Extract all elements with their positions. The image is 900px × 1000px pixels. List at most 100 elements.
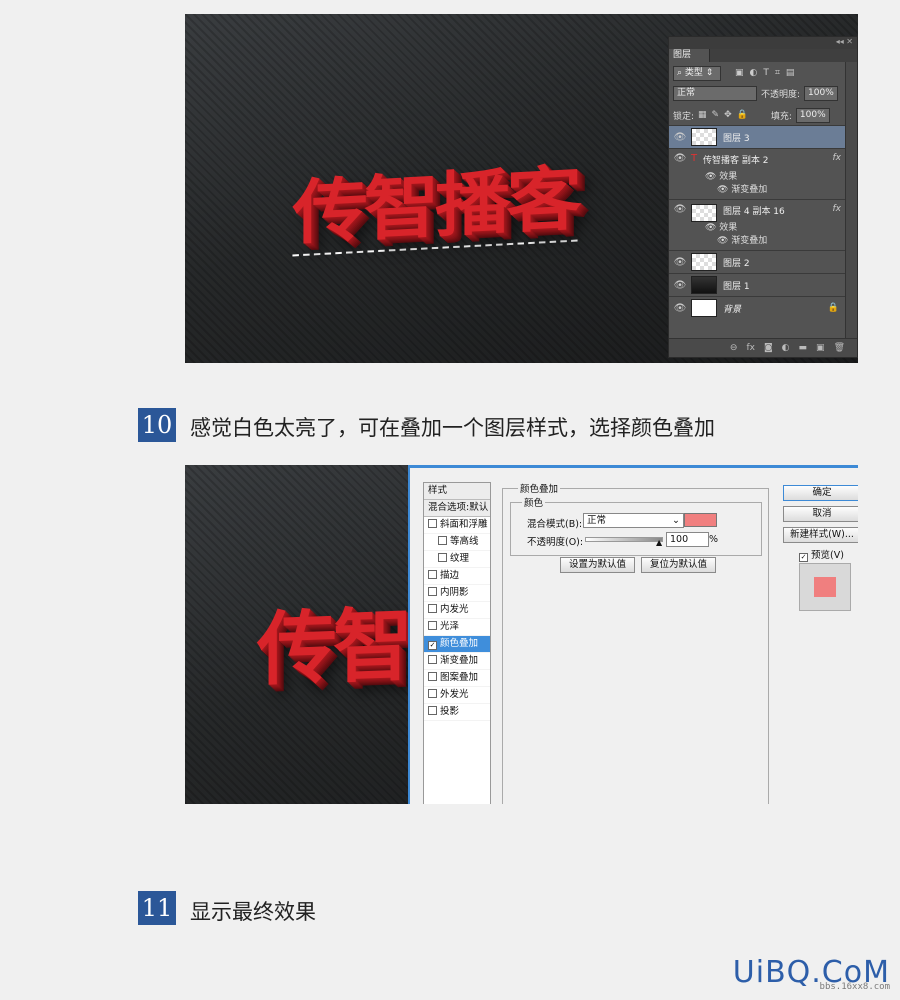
group-icon[interactable]: ▬ [799,343,808,353]
filter-row: ⌕ 类型 ⇕ ▣◐T⌗▤ [673,65,845,81]
checkbox-icon[interactable] [428,604,437,613]
eye-icon[interactable]: 👁 [669,132,691,143]
style-item-label: 内阴影 [440,587,469,598]
tab-layers[interactable]: 图层 [669,49,710,62]
checkbox-icon[interactable] [428,689,437,698]
preview-color [814,577,836,597]
effect-item[interactable]: 👁 渐变叠加 [717,182,767,195]
cancel-button[interactable]: 取消 [783,506,858,522]
checkbox-checked-icon[interactable]: ✓ [428,641,437,650]
style-item[interactable]: 图案叠加 [424,670,490,687]
style-item-label: 图案叠加 [440,672,479,683]
style-item[interactable]: 纹理 [424,551,490,568]
checkbox-icon[interactable] [428,672,437,681]
blend-row: 正常 不透明度: 100% [673,85,845,101]
chevron-down-icon: ⌄ [672,515,680,526]
eye-icon[interactable]: 👁 [669,153,691,164]
style-item[interactable]: 斜面和浮雕 [424,517,490,534]
layer-name: 背景 [723,304,742,315]
style-items: 斜面和浮雕 等高线 纹理 描边 内阴影 内发光 光泽 ✓ 颜色叠加 渐变叠加 图案叠加 外发光 投影 [424,517,490,721]
style-item-label: 纹理 [450,553,470,564]
blend-options-item[interactable]: 混合选项:默认 [424,500,490,517]
link-icon[interactable]: ⊖ [730,343,738,353]
checkbox-icon[interactable] [428,655,437,664]
layer-row[interactable]: 👁 背景 🔒 [669,296,845,319]
scrollbar[interactable] [845,62,857,339]
lock-label: 锁定: [673,111,695,122]
style-item-label: 斜面和浮雕 [440,519,488,530]
opacity-slider[interactable] [585,537,663,542]
mask-icon[interactable]: ◙ [764,343,773,353]
layer-name: 图层 1 [723,281,750,292]
set-default-button[interactable]: 设置为默认值 [560,557,635,573]
trash-icon[interactable]: 🗑 [834,343,845,353]
screenshot-layer-style-dialog: 传智 样式 混合选项:默认 斜面和浮雕 等高线 纹理 描边 内阴影 内发光 光泽 ✓ 颜色叠加渐… [185,465,858,804]
style-item-label: 光泽 [440,621,460,632]
lock-icons[interactable]: ▦✎✥🔒 [698,110,753,120]
eye-icon[interactable]: 👁 [669,204,691,215]
style-item[interactable]: 外发光 [424,687,490,704]
step-text: 感觉白色太亮了，可在叠加一个图层样式，选择颜色叠加 [190,416,715,440]
ok-button[interactable]: 确定 [783,485,858,501]
checkbox-icon[interactable] [428,570,437,579]
style-item[interactable]: 描边 [424,568,490,585]
layer-row[interactable]: 👁 T 传智播客 副本 2 fx 👁 效果 👁 渐变叠加 [669,148,845,198]
layer-row[interactable]: 👁 图层 2 [669,250,845,273]
filter-icons[interactable]: ▣◐T⌗▤ [735,68,800,78]
style-item[interactable]: 渐变叠加 [424,653,490,670]
style-item[interactable]: 内发光 [424,602,490,619]
style-item[interactable]: 光泽 [424,619,490,636]
style-item-label: 等高线 [450,536,479,547]
styles-header[interactable]: 样式 [424,483,490,500]
preview-checkbox[interactable]: ✓ 预览(V) [799,547,844,562]
collapse-icon[interactable]: ◂◂ ✕ [836,37,853,46]
opacity-input[interactable]: 100% [804,85,838,101]
layer-thumbnail [691,299,717,317]
effect-item[interactable]: 👁 渐变叠加 [717,233,767,246]
checkbox-icon[interactable] [438,553,447,562]
adjustment-icon[interactable]: ◐ [782,343,790,353]
layer-row[interactable]: 👁 图层 4 副本 16 fx 👁 效果 👁 渐变叠加 [669,199,845,249]
screenshot-layers-panel: 传智播客 ◂◂ ✕ 图层 ⌕ 类型 ⇕ ▣◐T⌗▤ 正常 不透明度: 100% … [185,14,858,363]
checkbox-icon[interactable] [428,706,437,715]
style-item-label: 内发光 [440,604,469,615]
layer-row[interactable]: 👁 图层 3 [669,125,845,148]
style-item-label: 外发光 [440,689,469,700]
new-style-button[interactable]: 新建样式(W)... [783,527,858,543]
checkbox-icon[interactable] [428,587,437,596]
step-number: 10 [138,408,176,442]
section-title: 颜色叠加 [518,481,561,495]
opacity-input[interactable]: 100 [666,532,709,547]
layer-name: 传智播客 副本 2 [703,156,769,166]
fx-icon[interactable]: fx [833,204,842,214]
checkbox-icon[interactable] [438,536,447,545]
fill-input[interactable]: 100% [795,107,830,123]
checkbox-icon[interactable] [428,621,437,630]
slider-handle-icon[interactable]: ▲ [656,538,662,547]
layer-thumbnail [691,128,717,146]
eye-icon[interactable]: 👁 [669,257,691,268]
style-item[interactable]: 内阴影 [424,585,490,602]
style-item[interactable]: 等高线 [424,534,490,551]
overlay-color-swatch[interactable] [684,513,717,527]
new-layer-icon[interactable]: ▣ [816,343,825,353]
reset-default-button[interactable]: 复位为默认值 [641,557,716,573]
layer-row[interactable]: 👁 图层 1 [669,273,845,296]
fx-icon[interactable]: fx [833,153,842,163]
filter-select[interactable]: ⌕ 类型 ⇕ [673,65,721,81]
watermark: UiBQ.CoM bbs.16xx8.com [733,955,890,992]
eye-icon[interactable]: 👁 [669,303,691,314]
subsection-title: 颜色 [522,495,546,509]
panel-titlebar[interactable]: ◂◂ ✕ [669,37,857,49]
fx-add-icon[interactable]: fx [746,343,755,353]
blend-mode-select[interactable]: 正常 [673,85,757,101]
checkbox-icon[interactable] [428,519,437,528]
step-text: 显示最终效果 [190,900,316,924]
style-item[interactable]: ✓ 颜色叠加 [424,636,490,653]
style-item-label: 颜色叠加 [440,638,479,649]
opacity-label: 不透明度(O): [527,537,584,548]
preview-thumbnail [799,563,851,611]
blend-mode-select[interactable]: 正常 ⌄ [583,513,684,528]
style-item[interactable]: 投影 [424,704,490,721]
eye-icon[interactable]: 👁 [669,280,691,291]
